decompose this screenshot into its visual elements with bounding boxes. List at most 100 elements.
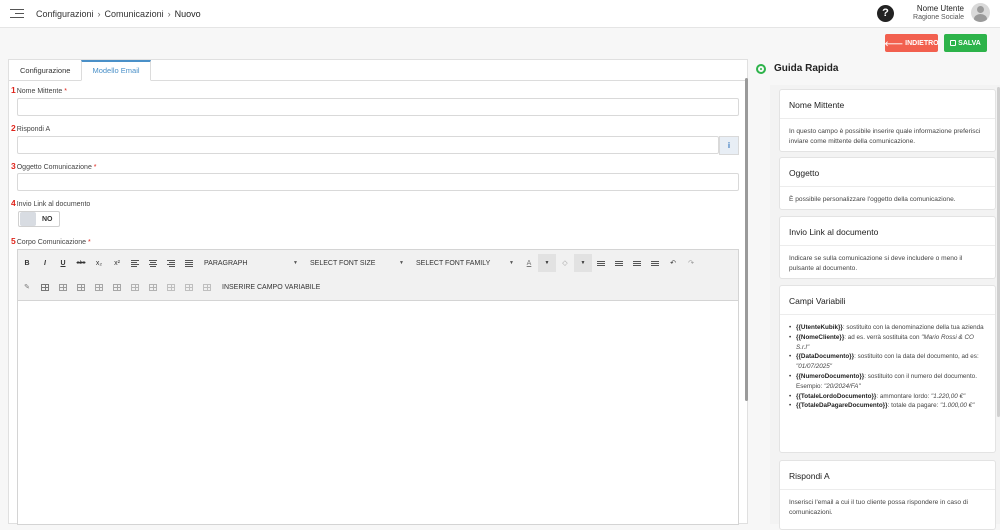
strikethrough-button[interactable]: abc — [72, 254, 90, 272]
table-delete-col-icon[interactable] — [144, 278, 162, 296]
tab-configurazione[interactable]: Configurazione — [9, 60, 81, 80]
toggle-state: NO — [42, 215, 53, 223]
card-title: Rispondi A — [780, 461, 995, 490]
font-family-dropdown[interactable]: SELECT FONT FAMILY ▼ — [410, 254, 520, 272]
guide-header: Guida Rapida — [756, 63, 838, 74]
arrow-left-icon: 🡐 — [884, 40, 904, 48]
breadcrumb-separator: › — [97, 8, 101, 19]
paragraph-dropdown[interactable]: PARAGRAPH ▼ — [198, 254, 304, 272]
body-label: 5Corpo Comunicazione * — [11, 236, 91, 246]
guide-title: Guida Rapida — [774, 63, 839, 74]
table-row-after-icon[interactable] — [72, 278, 90, 296]
table-row-before-icon[interactable] — [54, 278, 72, 296]
card-body: Indicare se sulla comunicazione si deve … — [789, 255, 963, 272]
reply-to-input[interactable] — [17, 136, 719, 154]
align-justify-icon[interactable] — [180, 254, 198, 272]
form-scrollbar[interactable] — [745, 78, 748, 401]
editor-content[interactable] — [18, 301, 738, 526]
breadcrumb-separator: › — [167, 8, 171, 19]
guide-card-send-link: Invio Link al documento Indicare se sull… — [779, 216, 996, 279]
table-split-icon[interactable] — [180, 278, 198, 296]
back-button-label: INDIETRO — [905, 39, 939, 47]
bold-button[interactable]: B — [18, 254, 36, 272]
table-delete-row-icon[interactable] — [126, 278, 144, 296]
redo-icon[interactable]: ↷ — [682, 254, 700, 272]
tab-modello-email[interactable]: Modello Email — [81, 60, 151, 81]
align-left-icon[interactable] — [126, 254, 144, 272]
subject-label: 3Oggetto Comunicazione * — [11, 161, 97, 171]
insert-variable-button[interactable]: INSERIRE CAMPO VARIABILE — [216, 278, 326, 296]
breadcrumb: Configurazioni › Comunicazioni › Nuovo — [36, 9, 201, 19]
superscript-button[interactable]: x² — [108, 254, 126, 272]
variables-list: {{UtenteKubik}}: sostituito con la denom… — [789, 315, 986, 411]
font-color-caret[interactable]: ▼ — [538, 254, 556, 272]
avatar[interactable] — [971, 3, 990, 22]
bullet-list-icon[interactable] — [592, 254, 610, 272]
card-title: Invio Link al documento — [780, 217, 995, 246]
user-name: Nome Utente — [916, 4, 964, 13]
rich-text-editor: B I U abc x₂ x² PARAGRAPH ▼ SELECT FONT S… — [17, 249, 739, 525]
lifebuoy-icon — [756, 63, 766, 74]
floppy-disk-icon — [950, 40, 957, 46]
list-item: {{NumeroDocumento}}: sostituito con il n… — [789, 372, 986, 392]
form-panel: Configurazione Modello Email 1Nome Mitte… — [8, 59, 748, 525]
background-color-button[interactable]: ◇ — [556, 254, 574, 272]
font-size-dropdown[interactable]: SELECT FONT SIZE ▼ — [304, 254, 410, 272]
insert-table-icon[interactable] — [36, 278, 54, 296]
guide-card-sender: Nome Mittente In questo campo è possibil… — [779, 89, 996, 152]
align-right-icon[interactable] — [162, 254, 180, 272]
align-center-icon[interactable] — [144, 254, 162, 272]
card-body: In questo campo è possibile inserire qua… — [789, 128, 981, 145]
card-title: Oggetto — [780, 158, 995, 187]
list-item: {{UtenteKubik}}: sostituito con la denom… — [789, 323, 986, 333]
user-info[interactable]: Nome Utente Ragione Sociale — [906, 4, 964, 21]
sender-input[interactable] — [17, 98, 739, 116]
outdent-icon[interactable] — [646, 254, 664, 272]
underline-button[interactable]: U — [54, 254, 72, 272]
send-link-label: 4Invio Link al documento — [11, 198, 91, 208]
breadcrumb-item-comunicazioni[interactable]: Comunicazioni — [105, 9, 164, 19]
font-color-button[interactable]: A — [520, 254, 538, 272]
user-company: Ragione Sociale — [913, 14, 964, 21]
save-button-label: SALVA — [958, 39, 981, 47]
list-item: {{TotaleDaPagareDocumento}}: totale da p… — [789, 401, 986, 411]
back-button[interactable]: 🡐 INDIETRO — [884, 34, 939, 52]
table-merge-icon[interactable] — [162, 278, 180, 296]
background-color-caret[interactable]: ▼ — [574, 254, 592, 272]
card-title: Campi Variabili — [780, 286, 995, 315]
italic-button[interactable]: I — [36, 254, 54, 272]
guide-card-reply-to: Rispondi A Inserisci l'email a cui il tu… — [779, 460, 996, 530]
card-body: Inserisci l'email a cui il tuo cliente p… — [789, 499, 969, 516]
table-delete-icon[interactable] — [198, 278, 216, 296]
indent-icon[interactable] — [628, 254, 646, 272]
reply-to-label: 2Rispondi A — [11, 123, 51, 133]
save-button[interactable]: SALVA — [944, 34, 987, 52]
table-col-after-icon[interactable] — [108, 278, 126, 296]
numbered-list-icon[interactable] — [610, 254, 628, 272]
chevron-down-icon: ▼ — [399, 260, 404, 266]
chevron-down-icon: ▼ — [509, 260, 514, 266]
tab-bar: Configurazione Modello Email — [9, 60, 747, 81]
list-item: {{TotaleLordoDocumento}}: ammontare lord… — [789, 392, 986, 402]
help-icon[interactable]: ? — [877, 5, 894, 22]
guide-card-variables: Campi Variabili {{UtenteKubik}}: sostitu… — [779, 285, 996, 453]
guide-card-subject: Oggetto È possibile personalizzare l'ogg… — [779, 157, 996, 210]
undo-icon[interactable]: ↶ — [664, 254, 682, 272]
subscript-button[interactable]: x₂ — [90, 254, 108, 272]
card-body: È possibile personalizzare l'oggetto del… — [789, 196, 956, 203]
table-col-before-icon[interactable] — [90, 278, 108, 296]
remove-format-icon[interactable]: ✎ — [18, 278, 36, 296]
top-bar: Configurazioni › Comunicazioni › Nuovo — [0, 0, 1000, 28]
toolbar-row-1: B I U abc x₂ x² PARAGRAPH ▼ SELECT FONT S… — [18, 252, 700, 274]
card-title: Nome Mittente — [780, 90, 995, 119]
breadcrumb-item-nuovo: Nuovo — [174, 8, 201, 19]
info-icon[interactable]: i — [719, 136, 739, 155]
sender-label: 1Nome Mittente * — [11, 85, 67, 95]
menu-icon[interactable] — [10, 8, 24, 19]
guide-panel: Nome Mittente In questo campo è possibil… — [770, 85, 1000, 530]
breadcrumb-item-configurazioni[interactable]: Configurazioni — [36, 9, 94, 19]
subject-input[interactable] — [17, 173, 739, 191]
chevron-down-icon: ▼ — [293, 260, 298, 266]
toolbar-row-2: ✎ INSERIRE CAMPO VARIABILE — [18, 276, 326, 298]
send-link-toggle[interactable]: NO — [18, 211, 60, 227]
